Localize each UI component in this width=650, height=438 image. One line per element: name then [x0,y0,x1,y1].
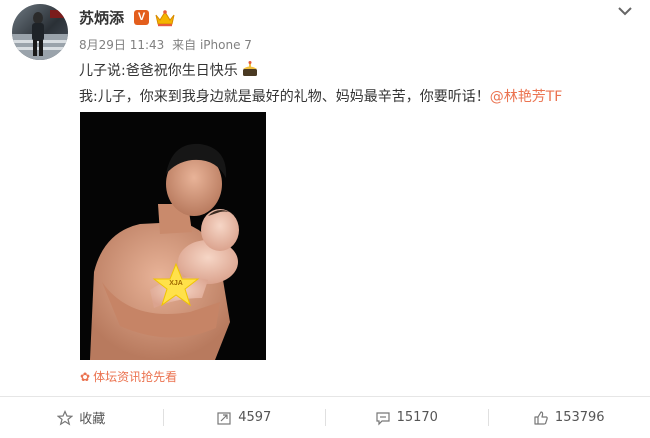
photo-sticker-text: XJA [169,280,183,287]
repost-icon [217,411,231,425]
verified-badge: V [134,10,149,25]
flower-icon: ✿ [80,370,91,384]
post-meta: 8月29日 11:43 来自 iPhone 7 [79,36,252,53]
source-tag-label: 体坛资讯抢先看 [93,370,178,384]
more-icon[interactable] [616,2,634,20]
comment-count: 15170 [396,410,438,425]
post-date[interactable]: 8月29日 11:43 [79,38,164,52]
post-photo[interactable]: XJA [80,112,266,360]
post-text-line1: 儿子说:爸爸祝你生日快乐 [79,60,259,80]
favorite-label: 收藏 [79,412,106,427]
mention-link[interactable]: @林艳芳TF [490,89,563,105]
favorite-button[interactable]: 收藏 [0,397,163,438]
like-icon [534,410,548,425]
source-tag[interactable]: ✿ 体坛资讯抢先看 [80,368,177,385]
like-count: 153796 [554,410,605,425]
cake-emoji-icon [242,61,257,76]
post-text-line2: 我:儿子，你来到我身边就是最好的礼物、妈妈最辛苦，你要听话！@林艳芳TF [79,86,562,106]
author-name[interactable]: 苏炳添 [79,7,124,28]
repost-button[interactable]: 4597 [162,397,326,438]
crown-icon [155,10,175,27]
author-avatar[interactable] [12,4,68,60]
action-bar: 收藏 4597 15170 153796 [0,397,650,438]
star-icon [57,409,74,426]
comment-button[interactable]: 15170 [325,397,488,438]
repost-count: 4597 [238,410,272,425]
like-button[interactable]: 153796 [487,397,650,438]
post-text-sentence1: 儿子说:爸爸祝你生日快乐 [79,63,238,79]
post-device: 来自 iPhone 7 [172,38,252,52]
comment-icon [375,411,390,425]
post-text-sentence2: 我:儿子，你来到我身边就是最好的礼物、妈妈最辛苦，你要听话！ [79,89,490,105]
